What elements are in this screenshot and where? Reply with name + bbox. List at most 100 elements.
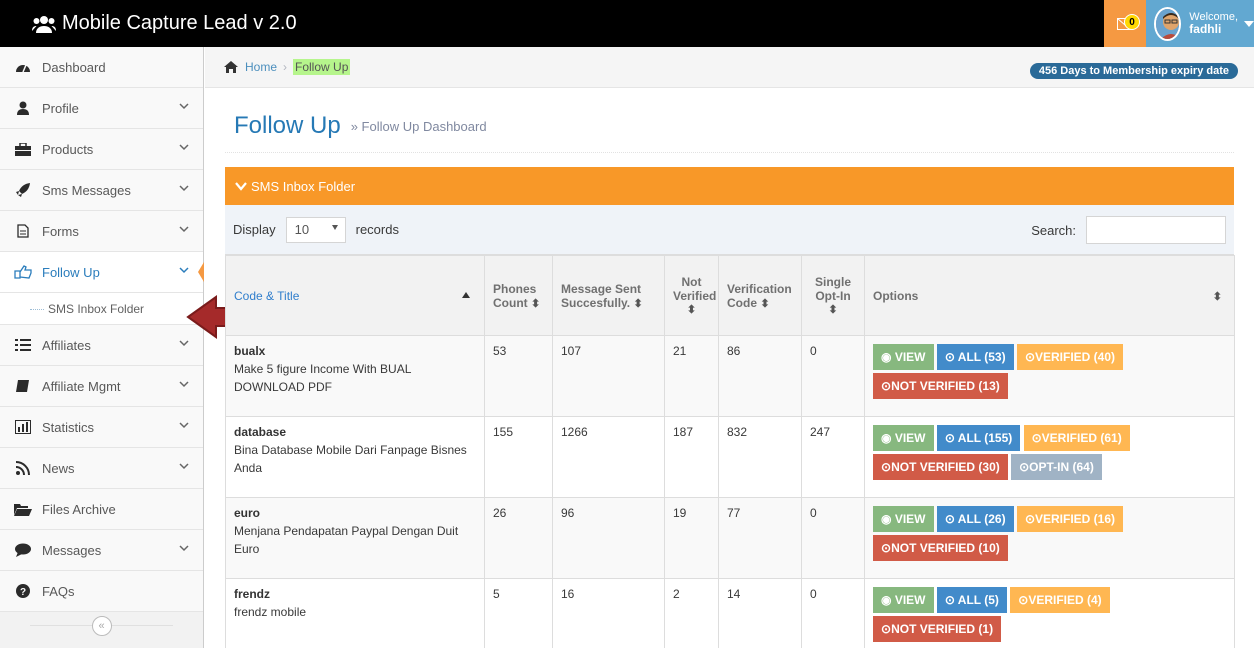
file-icon bbox=[12, 223, 34, 239]
button-label: VERIFIED (40) bbox=[1035, 350, 1116, 364]
comment-icon bbox=[12, 542, 34, 558]
sidebar-item-products[interactable]: Products bbox=[0, 129, 203, 170]
sort-icon: ⬍ bbox=[760, 297, 770, 310]
view-button[interactable]: ◉ VIEW bbox=[873, 587, 934, 613]
clock-icon: ⊙ bbox=[944, 593, 955, 607]
view-button[interactable]: ◉ VIEW bbox=[873, 425, 934, 451]
sort-icon: ⬍ bbox=[1212, 291, 1222, 303]
column-header-label: Verified bbox=[673, 289, 717, 303]
button-label: NOT VERIFIED (30) bbox=[891, 460, 1000, 474]
membership-expiry-badge: 456 Days to Membership expiry date bbox=[1029, 63, 1238, 79]
mail-button[interactable]: 0 bbox=[1104, 0, 1146, 47]
row-code: euro bbox=[234, 506, 261, 520]
sidebar-item-statistics[interactable]: Statistics bbox=[0, 407, 203, 448]
sidebar-item-label: FAQs bbox=[42, 583, 75, 599]
home-icon bbox=[224, 61, 238, 73]
column-header-not-verified[interactable]: Not Verified ⬍ bbox=[664, 255, 719, 336]
all-button[interactable]: ⊙ ALL (53) bbox=[936, 344, 1014, 370]
avatar bbox=[1154, 6, 1182, 41]
button-label: VIEW bbox=[894, 431, 926, 445]
table-row: euro Menjana Pendapatan Paypal Dengan Du… bbox=[225, 497, 1235, 579]
sidebar-item-label: Messages bbox=[42, 542, 102, 558]
widget-header[interactable]: SMS Inbox Folder bbox=[225, 167, 1234, 205]
button-label: VERIFIED (61) bbox=[1041, 431, 1122, 445]
sidebar-collapse-toggle[interactable]: « bbox=[0, 612, 203, 640]
sidebar-item-messages[interactable]: Messages bbox=[0, 530, 203, 571]
column-header-verification-code[interactable]: Verification Code ⬍ bbox=[718, 255, 802, 336]
sidebar-subitem-sms-inbox-folder[interactable]: SMS Inbox Folder bbox=[0, 293, 203, 325]
rocket-icon bbox=[12, 182, 34, 198]
opt-in-button[interactable]: ⊙OPT-IN (64) bbox=[1011, 454, 1102, 480]
sidebar-item-follow-up[interactable]: Follow Up bbox=[0, 252, 204, 293]
sidebar-item-affiliates[interactable]: Affiliates bbox=[0, 325, 203, 366]
all-button[interactable]: ⊙ ALL (155) bbox=[936, 425, 1021, 451]
sidebar-item-label: Sms Messages bbox=[42, 182, 131, 198]
svg-text:?: ? bbox=[20, 587, 26, 598]
mail-count-badge: 0 bbox=[1124, 14, 1140, 30]
all-button[interactable]: ⊙ ALL (26) bbox=[936, 506, 1014, 532]
column-header-single-opt-in[interactable]: Single Opt-In ⬍ bbox=[801, 255, 865, 336]
sidebar-item-files-archive[interactable]: Files Archive bbox=[0, 489, 203, 530]
sidebar-subitem-label: SMS Inbox Folder bbox=[48, 301, 145, 316]
sidebar-item-affiliate-mgmt[interactable]: Affiliate Mgmt bbox=[0, 366, 203, 407]
button-label: ALL (155) bbox=[957, 431, 1013, 445]
clock-icon: ⊙ bbox=[1024, 350, 1035, 364]
clock-icon: ⊙ bbox=[881, 622, 892, 636]
button-label: VERIFIED (16) bbox=[1035, 512, 1116, 526]
share-hand-icon bbox=[12, 264, 34, 280]
cell-phones: 53 bbox=[484, 335, 553, 417]
search-input[interactable] bbox=[1086, 216, 1226, 244]
all-button[interactable]: ⊙ ALL (5) bbox=[936, 587, 1007, 613]
column-header-options[interactable]: Options ⬍ bbox=[864, 255, 1235, 336]
clock-icon: ⊙ bbox=[944, 431, 955, 445]
clock-icon: ⊙ bbox=[944, 350, 955, 364]
clock-icon: ⊙ bbox=[1019, 460, 1030, 474]
sort-icon: ⬍ bbox=[531, 297, 541, 310]
column-header-code-title[interactable]: Code & Title bbox=[225, 255, 485, 336]
chevron-down-icon bbox=[179, 267, 189, 274]
records-per-page-select[interactable]: 10 bbox=[285, 216, 346, 243]
cell-code-title: bualx Make 5 figure Income With BUAL DOW… bbox=[225, 335, 485, 417]
verified-button[interactable]: ⊙VERIFIED (16) bbox=[1016, 506, 1124, 532]
sidebar-item-label: Forms bbox=[42, 223, 79, 239]
cell-code-title: database Bina Database Mobile Dari Fanpa… bbox=[225, 416, 485, 498]
sidebar-item-dashboard[interactable]: Dashboard bbox=[0, 47, 203, 88]
welcome-text: Welcome, fadhli bbox=[1189, 11, 1238, 36]
user-menu[interactable]: Welcome, fadhli bbox=[1146, 0, 1254, 47]
search-label: Search: bbox=[1031, 222, 1076, 238]
verified-button[interactable]: ⊙VERIFIED (40) bbox=[1016, 344, 1124, 370]
sidebar-item-faqs[interactable]: ? FAQs bbox=[0, 571, 203, 612]
sidebar-item-label: Affiliate Mgmt bbox=[42, 378, 121, 394]
cell-phones: 5 bbox=[484, 578, 553, 648]
sidebar-item-label: Files Archive bbox=[42, 501, 116, 517]
sidebar-item-label: News bbox=[42, 460, 75, 476]
column-header-phones-count[interactable]: Phones Count ⬍ bbox=[484, 255, 553, 336]
view-button[interactable]: ◉ VIEW bbox=[873, 344, 934, 370]
sidebar-item-profile[interactable]: Profile bbox=[0, 88, 203, 129]
verified-button[interactable]: ⊙VERIFIED (4) bbox=[1010, 587, 1110, 613]
not-verified-button[interactable]: ⊙NOT VERIFIED (13) bbox=[873, 373, 1008, 399]
brand[interactable]: Mobile Capture Lead v 2.0 bbox=[0, 12, 297, 35]
sms-inbox-widget: SMS Inbox Folder Display 10 records Sear… bbox=[225, 167, 1235, 648]
sidebar-item-news[interactable]: News bbox=[0, 448, 203, 489]
chevron-down-icon bbox=[179, 226, 189, 233]
sort-icon: ⬍ bbox=[686, 304, 697, 316]
not-verified-button[interactable]: ⊙NOT VERIFIED (10) bbox=[873, 535, 1008, 561]
verified-button[interactable]: ⊙VERIFIED (61) bbox=[1023, 425, 1130, 451]
view-button[interactable]: ◉ VIEW bbox=[873, 506, 934, 532]
eye-icon: ◉ bbox=[881, 512, 892, 526]
chevron-down-icon bbox=[179, 185, 189, 192]
sort-icon: ⬍ bbox=[633, 297, 643, 310]
not-verified-button[interactable]: ⊙NOT VERIFIED (1) bbox=[873, 616, 1002, 642]
app-title: Mobile Capture Lead v 2.0 bbox=[62, 12, 297, 34]
not-verified-button[interactable]: ⊙NOT VERIFIED (30) bbox=[873, 454, 1008, 480]
sidebar-item-forms[interactable]: Forms bbox=[0, 211, 203, 252]
sidebar-item-label: Affiliates bbox=[42, 337, 91, 353]
widget-title: SMS Inbox Folder bbox=[251, 178, 356, 194]
column-header-message-sent[interactable]: Message Sent Succesfully. ⬍ bbox=[552, 255, 665, 336]
cell-optin: 0 bbox=[801, 497, 865, 579]
sidebar-item-sms-messages[interactable]: Sms Messages bbox=[0, 170, 203, 211]
row-title: frendz mobile bbox=[234, 605, 307, 619]
chevron-down-icon bbox=[179, 103, 189, 110]
breadcrumb-home-link[interactable]: Home bbox=[245, 60, 277, 74]
